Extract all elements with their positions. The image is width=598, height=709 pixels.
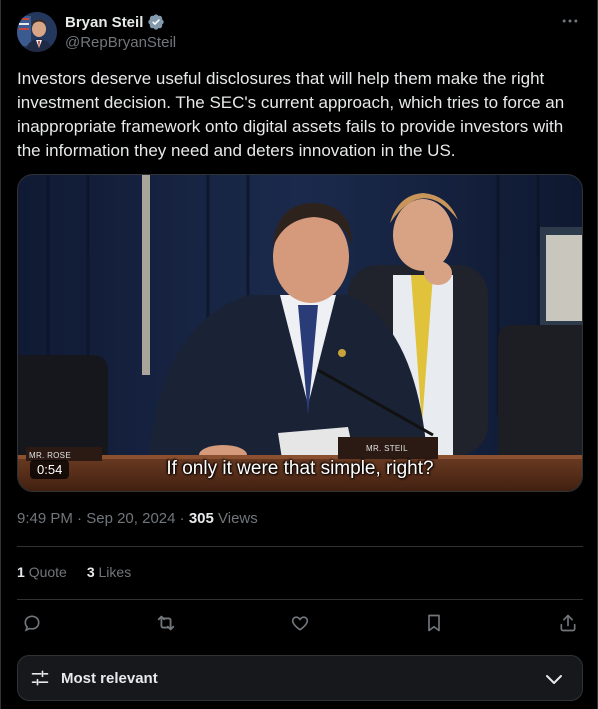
video-player[interactable]: MR. STEIL MR. ROSE If only it were that … — [17, 174, 583, 492]
quotes-count: 1 — [17, 564, 25, 580]
divider — [17, 599, 583, 600]
views-count: 305 — [188, 510, 214, 527]
action-bar — [17, 610, 583, 636]
quotes-link[interactable]: 1 Quote — [17, 564, 67, 580]
more-options-icon[interactable] — [559, 10, 581, 32]
repost-icon[interactable] — [153, 610, 179, 636]
like-icon[interactable] — [287, 610, 313, 636]
video-duration-badge: 0:54 — [30, 460, 70, 479]
likes-link[interactable]: 3 Likes — [87, 564, 131, 580]
bookmark-icon[interactable] — [421, 610, 447, 636]
engagement-stats: 1 Quote 3 Likes — [17, 564, 131, 580]
likes-count: 3 — [86, 564, 95, 580]
nameplate-right: MR. STEIL — [366, 444, 408, 453]
tweet-meta: 9:49 PM · Sep 20, 2024 · 305 Views — [17, 510, 258, 527]
author-handle[interactable]: @RepBryanSteil — [65, 34, 176, 51]
sliders-icon — [31, 670, 49, 686]
likes-label: Likes — [98, 564, 132, 580]
video-frame — [18, 175, 582, 491]
divider — [17, 546, 583, 547]
author-name-row: Bryan Steil — [65, 13, 165, 31]
tweet-text: Investors deserve useful disclosures tha… — [17, 69, 569, 160]
views-label: Views — [218, 510, 258, 527]
meta-separator: · — [175, 510, 189, 527]
sort-label: Most relevant — [61, 669, 158, 687]
meta-separator: · — [72, 510, 87, 527]
reply-icon[interactable] — [19, 610, 45, 636]
video-caption: If only it were that simple, right? — [166, 458, 434, 479]
quotes-label: Quote — [28, 564, 67, 580]
tweet-detail: Bryan Steil @RepBryanSteil Investors des… — [0, 0, 598, 709]
verified-badge-icon[interactable] — [147, 13, 165, 31]
avatar[interactable] — [17, 12, 57, 52]
tweet-date[interactable]: Sep 20, 2024 — [86, 510, 175, 527]
reply-sort-dropdown[interactable]: Most relevant — [17, 655, 583, 701]
author-name[interactable]: Bryan Steil — [65, 14, 143, 31]
chevron-down-icon — [546, 675, 562, 684]
share-icon[interactable] — [555, 610, 581, 636]
tweet-time[interactable]: 9:49 PM — [17, 510, 73, 527]
